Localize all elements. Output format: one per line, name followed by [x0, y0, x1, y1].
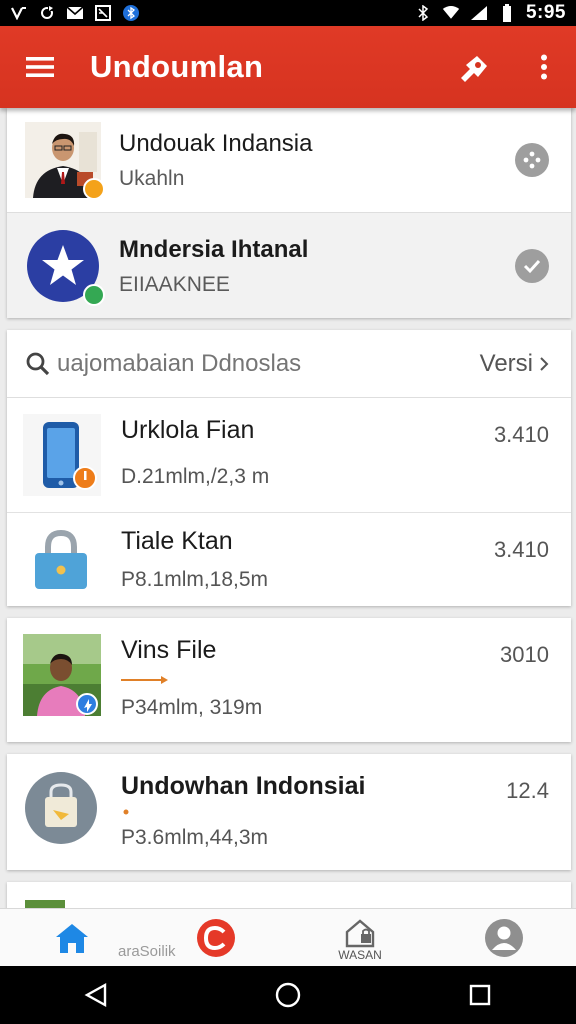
version-link[interactable]: Versi: [480, 350, 549, 378]
account-subtitle: EIIAAKNEE: [119, 272, 230, 296]
system-navigation-bar: [0, 966, 576, 1024]
phone-thumb: [23, 414, 101, 496]
file-title: Tiale Ktan: [121, 527, 233, 555]
file-row[interactable]: Undowhan Indonsiai P3.6mlm,44,3m 12.4: [7, 754, 571, 870]
account-subtitle: Ukahln: [119, 167, 185, 190]
file-number: 3.410: [493, 537, 549, 562]
file-number: 3.410: [493, 422, 549, 447]
status-left-icons: [10, 5, 140, 21]
file-meta: P8.1mlm,18,5m: [121, 568, 269, 591]
lock-icon: [35, 529, 87, 589]
pin-icon: [461, 56, 487, 82]
check-icon: [523, 259, 541, 273]
account-check-button[interactable]: [515, 248, 549, 283]
battery-icon: [498, 4, 516, 22]
signal-hook-icon: [10, 5, 28, 21]
nav-home[interactable]: [0, 909, 144, 966]
chevron-right-icon: [540, 356, 549, 371]
download-c-icon: [197, 918, 235, 957]
bag-thumb: [23, 770, 101, 852]
profile-icon: [485, 918, 523, 957]
sync-icon: [38, 5, 56, 21]
nav-downloads[interactable]: [144, 909, 288, 966]
overflow-menu-button[interactable]: [522, 45, 566, 89]
nav-label: WASAN: [338, 948, 382, 962]
house-lock-icon: [345, 918, 375, 947]
file-title: Undowhan Indonsiai: [121, 772, 366, 800]
file-number: 12.4: [506, 778, 549, 803]
bluetooth-icon: [414, 5, 432, 21]
bottom-navigation: araSoilik WASAN: [0, 908, 576, 966]
back-button[interactable]: [66, 966, 126, 1024]
bluetooth-circle-icon: [122, 5, 140, 21]
pin-button[interactable]: [452, 45, 496, 89]
status-right-icons: 5:95: [414, 2, 566, 24]
search-input[interactable]: [57, 349, 437, 378]
back-triangle-icon: [84, 982, 107, 1008]
news-icon: [94, 5, 112, 21]
hamburger-icon: [26, 57, 54, 77]
person-photo: [23, 634, 101, 716]
status-bar: 5:95: [0, 0, 576, 26]
hamburger-menu-button[interactable]: [20, 47, 60, 87]
file-title: Vins File: [121, 636, 217, 664]
recents-square-icon: [469, 984, 491, 1006]
home-system-button[interactable]: [258, 966, 318, 1024]
nav-profile[interactable]: [432, 909, 576, 966]
file-meta: D.21mlm,/2,3 m: [121, 465, 270, 488]
search-bar: Versi: [7, 330, 571, 398]
account-options-button[interactable]: [515, 143, 549, 177]
home-circle-icon: [275, 982, 301, 1008]
nav-wasan[interactable]: WASAN: [288, 909, 432, 966]
small-dot-icon: [123, 809, 129, 815]
person-avatar: [25, 122, 105, 200]
lock-thumb: [23, 523, 101, 605]
bag-icon: [25, 772, 97, 844]
partial-card[interactable]: [7, 882, 571, 908]
app-bar: Undoumlan: [0, 26, 576, 108]
file-number: 3010: [500, 642, 549, 667]
account-row-1[interactable]: Undouak Indansia Ukahln: [7, 108, 571, 212]
phone-icon: [23, 414, 101, 496]
clock: 5:95: [525, 2, 566, 23]
home-icon: [56, 923, 88, 953]
person-photo-thumb: [23, 634, 101, 716]
status-badge: [83, 178, 105, 200]
app-title: Undoumlan: [90, 49, 264, 84]
progress-arrow: [121, 676, 168, 684]
partial-thumb-icon: [25, 900, 65, 908]
more-vert-icon: [541, 54, 547, 80]
search-icon: [26, 352, 50, 375]
file-row[interactable]: Tiale Ktan P8.1mlm,18,5m 3.410: [7, 512, 571, 606]
undowhan-card[interactable]: Undowhan Indonsiai P3.6mlm,44,3m 12.4: [7, 754, 571, 870]
mail-icon: [66, 5, 84, 21]
files-card: Versi Urklola Fian D.21mlm,/2,3: [7, 330, 571, 606]
star-avatar: [25, 228, 105, 306]
account-title: Mndersia Ihtanal: [119, 235, 309, 263]
wifi-icon: [442, 5, 460, 21]
dots-circle-icon: [523, 151, 541, 169]
file-row[interactable]: Vins File P34mlm, 319m 3010: [7, 618, 571, 742]
file-title: Urklola Fian: [121, 416, 255, 444]
cell-signal-icon: [470, 5, 488, 21]
file-row[interactable]: Urklola Fian D.21mlm,/2,3 m 3.410: [7, 398, 571, 512]
account-row-2[interactable]: Mndersia Ihtanal EIIAAKNEE: [7, 212, 571, 318]
content-scroll[interactable]: Undouak Indansia Ukahln Mndersia Ihtanal: [0, 108, 576, 908]
version-label: Versi: [479, 349, 533, 377]
file-meta: P34mlm, 319m: [121, 696, 263, 719]
file-meta: P3.6mlm,44,3m: [121, 826, 269, 849]
account-title: Undouak Indansia: [119, 130, 313, 157]
accounts-card: Undouak Indansia Ukahln Mndersia Ihtanal: [7, 108, 571, 318]
vins-file-card[interactable]: Vins File P34mlm, 319m 3010: [7, 618, 571, 742]
recents-button[interactable]: [450, 966, 510, 1024]
check-badge: [83, 283, 105, 306]
